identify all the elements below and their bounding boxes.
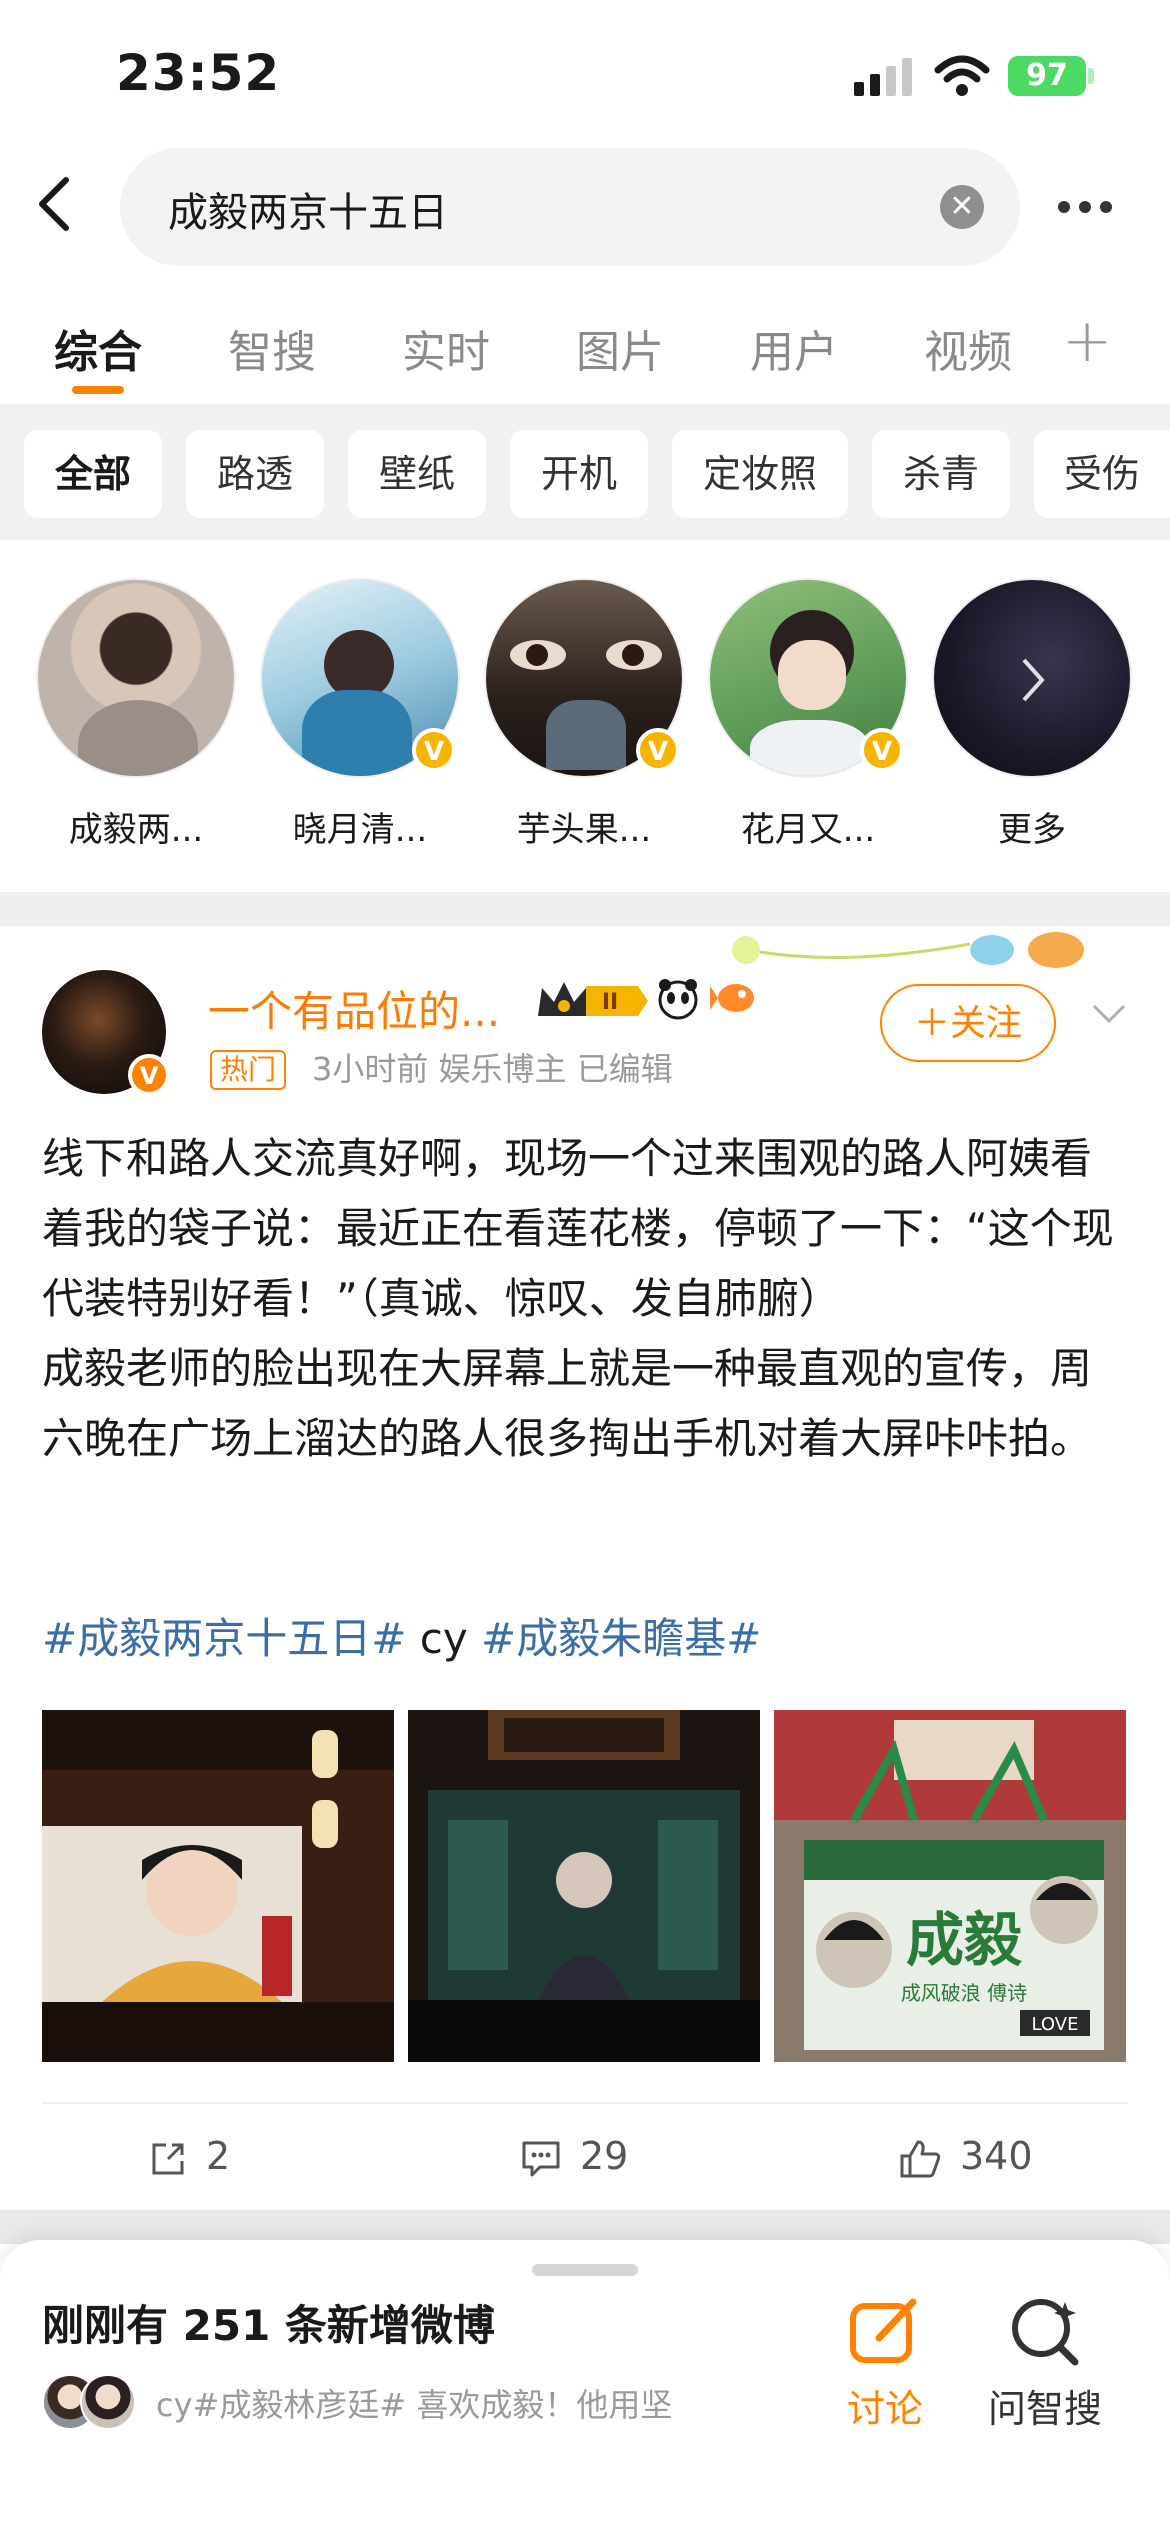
discuss-label: 讨论 — [846, 2387, 923, 2431]
smart-search-icon — [1012, 2299, 1079, 2366]
status-bar: 23:52 97 — [0, 0, 1170, 140]
chip-wallpaper[interactable]: 壁纸 — [348, 430, 486, 518]
card-decoration-icon — [732, 932, 1084, 968]
tab-images[interactable]: 图片 — [576, 316, 664, 380]
repost-icon — [152, 2143, 184, 2174]
comment-button[interactable]: 29 — [520, 2134, 628, 2179]
account-name: 花月又... — [740, 810, 876, 850]
hashtag-link[interactable]: #成毅朱瞻基# — [481, 1614, 761, 1663]
edit-icon — [850, 2298, 917, 2363]
like-count: 340 — [960, 2134, 1033, 2178]
post-tags: #成毅两京十五日# cy #成毅朱瞻基# — [42, 1604, 761, 1674]
post-meta: 3小时前 娱乐博主 已编辑 — [312, 1050, 673, 1088]
fish-icon — [710, 984, 754, 1012]
filter-chips: 全部 路透 壁纸 开机 定妆照 杀青 受伤 — [0, 404, 1170, 540]
panda-icon — [658, 979, 698, 1020]
cell-signal-icon — [854, 58, 918, 96]
search-input[interactable]: 成毅两京十五日 ✕ — [120, 148, 1020, 266]
chevron-down-icon[interactable] — [1092, 1004, 1126, 1024]
avatar — [36, 578, 236, 778]
new-posts-sheet[interactable]: 刚刚有 251 条新增微博 cy#成毅林彦廷# 喜欢成毅！他用坚 讨论 问智搜 — [0, 2240, 1170, 2532]
add-tab-icon[interactable]: + — [1062, 306, 1112, 376]
level-text: II — [602, 990, 618, 1015]
verified-badge-icon: V — [412, 728, 456, 772]
discuss-button[interactable]: 讨论 — [810, 2294, 960, 2433]
tab-users[interactable]: 用户 — [750, 316, 838, 380]
related-account-item[interactable]: 成毅两... — [36, 578, 236, 851]
post-image[interactable] — [408, 1710, 760, 2062]
chip-all[interactable]: 全部 — [24, 430, 162, 518]
chevron-right-icon — [1022, 658, 1045, 702]
verified-badge-icon: V — [128, 1054, 170, 1096]
tab-smart-search[interactable]: 智搜 — [228, 316, 316, 380]
repost-button[interactable]: 2 — [148, 2134, 230, 2179]
more-options-icon[interactable] — [1058, 198, 1121, 217]
post-actions: 2 29 340 — [42, 2102, 1128, 2212]
bag-print-text: 成毅 — [906, 1906, 1023, 1974]
search-tabs: 综合 智搜 实时 图片 用户 视频 + — [0, 300, 1170, 400]
new-posts-title: 刚刚有 251 条新增微博 — [42, 2301, 495, 2350]
battery-icon: 97 — [1008, 56, 1086, 96]
sheet-backdrop — [0, 2210, 1170, 2244]
search-query: 成毅两京十五日 — [168, 190, 448, 236]
chip-filming-start[interactable]: 开机 — [510, 430, 648, 518]
chip-injury[interactable]: 受伤 — [1034, 430, 1170, 518]
more-accounts-item[interactable]: 更多 — [932, 578, 1132, 851]
avatar — [80, 2374, 136, 2430]
drag-handle[interactable] — [532, 2264, 638, 2276]
tab-comprehensive[interactable]: 综合 — [54, 316, 142, 380]
bag-print-label: LOVE — [1032, 2014, 1079, 2035]
tab-videos[interactable]: 视频 — [924, 316, 1012, 380]
post-card: V 一个有品位的... II 热门 3小时前 娱乐博主 已编辑 ＋关注 线下和路… — [0, 926, 1170, 2210]
hot-tag: 热门 — [210, 1050, 287, 1090]
author-name[interactable]: 一个有品位的... — [208, 978, 500, 1039]
ask-smart-search-button[interactable]: 问智搜 — [970, 2294, 1120, 2433]
status-time: 23:52 — [116, 44, 281, 102]
hashtag-link[interactable]: #成毅两京十五日# — [42, 1614, 406, 1663]
clear-icon[interactable]: ✕ — [940, 185, 984, 229]
repost-count: 2 — [206, 2134, 231, 2178]
like-button[interactable]: 340 — [898, 2134, 1033, 2180]
verified-badge-icon: V — [636, 728, 680, 772]
avatar — [932, 578, 1132, 778]
post-image[interactable]: 成毅 成风破浪 傅诗 LOVE — [774, 1710, 1126, 2062]
verified-badge-icon: V — [860, 728, 904, 772]
chip-wrap-up[interactable]: 杀青 — [872, 430, 1010, 518]
post-image[interactable] — [42, 1710, 394, 2062]
member-level-icon: II — [538, 982, 648, 1016]
chip-costume-photos[interactable]: 定妆照 — [672, 430, 848, 518]
account-name: 晓月清... — [292, 810, 428, 850]
active-tab-indicator — [72, 386, 124, 394]
related-account-item[interactable]: V 芋头果... — [484, 578, 684, 851]
related-accounts: 成毅两... V 晓月清... V 芋头果... V 花月又... 更多 — [0, 540, 1170, 892]
wifi-icon — [934, 55, 990, 96]
follow-button[interactable]: ＋关注 — [880, 984, 1056, 1062]
battery-tip — [1088, 68, 1094, 84]
related-account-item[interactable]: V 花月又... — [708, 578, 908, 851]
back-arrow-icon[interactable] — [30, 174, 80, 234]
comment-icon — [522, 2141, 560, 2176]
related-account-item[interactable]: V 晓月清... — [260, 578, 460, 851]
thumbs-up-icon — [900, 2140, 941, 2177]
more-label: 更多 — [998, 810, 1066, 850]
new-posts-preview: cy#成毅林彦廷# 喜欢成毅！他用坚 — [156, 2386, 673, 2424]
ask-label: 问智搜 — [987, 2387, 1102, 2431]
account-name: 芋头果... — [516, 810, 652, 850]
comment-count: 29 — [580, 2134, 629, 2178]
account-name: 成毅两... — [68, 810, 204, 850]
bag-print-subtext: 成风破浪 傅诗 — [901, 1981, 1027, 2005]
post-text: 线下和路人交流真好啊，现场一个过来围观的路人阿姨看着我的袋子说：最近正在看莲花楼… — [42, 1134, 1114, 1463]
tab-realtime[interactable]: 实时 — [402, 316, 490, 380]
section-divider — [0, 892, 1170, 926]
post-inline-text: cy — [406, 1614, 482, 1663]
chip-paparazzi[interactable]: 路透 — [186, 430, 324, 518]
